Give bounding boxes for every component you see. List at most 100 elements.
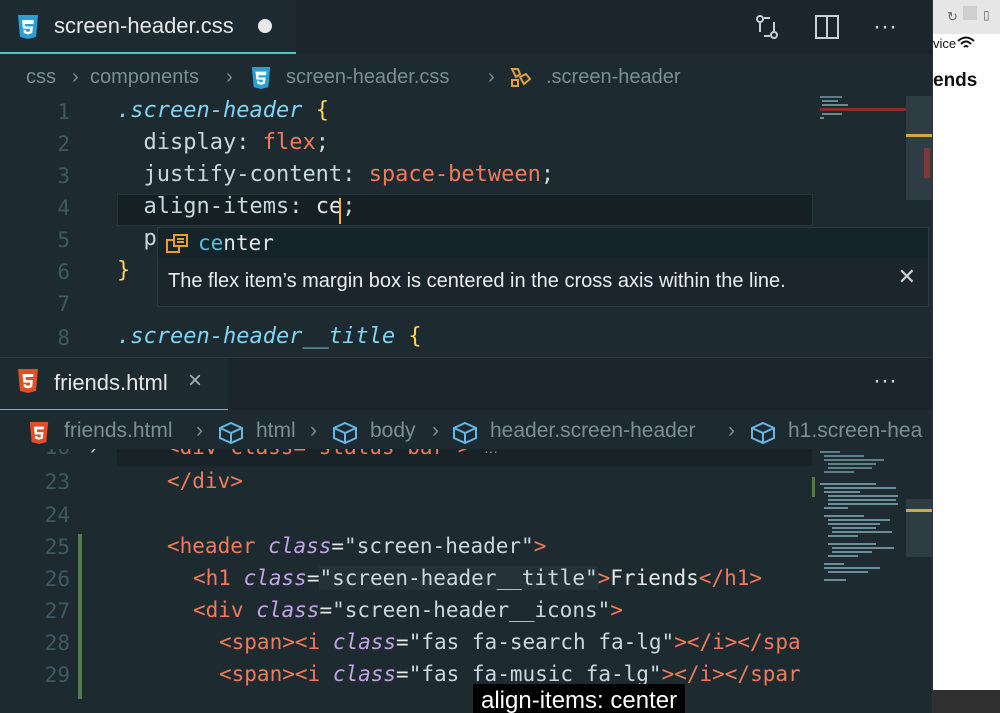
code-line[interactable]: <span><i class="fas fa-search fa-lg"></i… [219, 630, 801, 654]
attribute-value: "screen-header__title" [319, 566, 598, 590]
suggestion-rest: nter [223, 231, 274, 255]
line-number: 29 [44, 663, 70, 687]
browser-preview[interactable]: ↻ ▯ vice ends [932, 0, 1000, 713]
code-line[interactable]: <div class="screen-header__icons"> [193, 598, 623, 622]
css-editor-tabbar: screen-header.css ··· [0, 0, 932, 54]
line-number: 2 [57, 132, 70, 156]
code-line[interactable]: <div class="status-bar"> [167, 449, 470, 459]
tab-friends-html[interactable]: friends.html × [0, 358, 228, 410]
attribute-value: "fas fa-search fa-lg" [408, 630, 675, 654]
css-editor-pane[interactable]: screen-header.css ··· css › components ›… [0, 0, 932, 357]
video-caption: align-items: center [473, 684, 686, 713]
chevron-right-icon: › [488, 66, 495, 88]
html-tag: <h1 [193, 566, 231, 590]
browser-footer [933, 690, 1000, 713]
css-selector: .screen-header__title [117, 324, 396, 349]
breadcrumb-item[interactable]: html [256, 419, 296, 443]
chevron-right-icon: › [432, 419, 439, 442]
line-number: 3 [57, 164, 70, 188]
unsaved-indicator[interactable] [258, 19, 272, 33]
autocomplete-suggestion[interactable]: center The flex item’s margin box is cen… [157, 227, 929, 307]
line-number: 5 [57, 228, 70, 252]
css-value: flex [262, 130, 316, 155]
breadcrumb-item[interactable]: components [90, 66, 199, 89]
breadcrumb-item[interactable]: header.screen-header [490, 419, 695, 443]
chevron-right-icon: › [310, 419, 317, 442]
css-selector: .screen-header [117, 98, 303, 123]
browser-toolbar: ↻ ▯ [933, 0, 1000, 34]
line-number: 7 [57, 292, 70, 316]
close-icon[interactable]: ✕ [898, 264, 916, 290]
breadcrumb-item[interactable]: h1.screen-hea [788, 419, 922, 443]
html-attribute: class [256, 598, 320, 622]
css-value: space-between [368, 162, 541, 187]
brace: } [117, 258, 131, 283]
minimap[interactable] [812, 449, 932, 713]
line-number: 24 [44, 503, 70, 527]
html-tag: > [610, 598, 623, 622]
html-editor-pane[interactable]: friends.html × ··· friends.html › html ›… [0, 357, 932, 713]
code-line[interactable]: display: flex; [117, 130, 329, 155]
fold-chevron-icon[interactable]: › [90, 449, 97, 460]
html-attribute: class [268, 534, 332, 558]
breadcrumb-item[interactable]: screen-header.css [286, 66, 449, 89]
fold-ellipsis-icon[interactable]: ··· [484, 449, 498, 459]
code-line[interactable]: } [117, 258, 130, 283]
line-number: 16 [0, 449, 70, 459]
css-property: p [143, 226, 157, 251]
line-number: 26 [44, 567, 70, 591]
css-file-icon [18, 15, 38, 39]
tab-icon[interactable] [963, 6, 977, 20]
html-editor-tabbar: friends.html × ··· [0, 357, 932, 410]
css-file-icon [251, 67, 271, 89]
close-tab-icon[interactable]: × [188, 367, 202, 395]
code-line[interactable]: justify-content: space-between; [117, 162, 555, 187]
more-actions-icon[interactable]: ··· [870, 366, 900, 396]
html-tag: ></i></spa [674, 630, 801, 654]
code-line[interactable]: <span><i class="fas fa-music fa-lg"></i>… [219, 662, 801, 686]
line-number: 25 [44, 535, 70, 559]
breadcrumb-item[interactable]: body [370, 419, 416, 443]
element-text: Friends [610, 566, 699, 590]
reload-icon[interactable]: ↻ [947, 9, 958, 25]
code-line[interactable]: .screen-header__title { [117, 324, 422, 349]
breadcrumb-item[interactable]: .screen-header [546, 66, 681, 89]
minimap-area[interactable] [812, 449, 932, 713]
line-number: 6 [57, 260, 70, 284]
text-cursor [339, 198, 341, 224]
line-number: 8 [57, 326, 70, 350]
bookmark-icon[interactable]: ▯ [983, 8, 990, 22]
chevron-right-icon: › [728, 419, 735, 442]
breadcrumb-item[interactable]: css [26, 66, 56, 89]
attribute-value: "fas fa-music fa-lg" [408, 662, 662, 686]
html-tag: </h1> [698, 566, 763, 590]
split-editor-icon[interactable] [812, 12, 842, 42]
code-line[interactable]: <h1 class="screen-header__title">Friends… [193, 566, 762, 590]
code-line[interactable]: <header class="screen-header"> [167, 534, 546, 558]
element-cube-icon [751, 421, 775, 445]
code-line[interactable]: </div> [167, 469, 243, 493]
compare-changes-icon[interactable] [752, 12, 782, 42]
code-line-current[interactable]: align-items: ce; [117, 194, 356, 219]
minimap[interactable] [816, 92, 906, 132]
attribute-value: "screen-header__icons" [332, 598, 611, 622]
html-attribute: class [243, 566, 307, 590]
vertical-scrollbar[interactable] [906, 96, 932, 200]
tab-screen-header-css[interactable]: screen-header.css [0, 0, 296, 54]
element-cube-icon [333, 421, 357, 445]
suggestion-item-center[interactable]: center [158, 228, 928, 258]
element-cube-icon [453, 421, 477, 445]
more-actions-icon[interactable]: ··· [870, 12, 900, 42]
html-tag: <div [193, 598, 244, 622]
brace: { [408, 324, 422, 349]
html-tag: ></i></spar [661, 662, 801, 686]
suggestion-label: center [198, 231, 274, 255]
wifi-icon [957, 36, 975, 48]
code-line[interactable]: p [117, 226, 157, 251]
breadcrumb-item[interactable]: friends.html [64, 419, 173, 443]
tab-label: screen-header.css [54, 13, 234, 38]
html-tag: <span><i [219, 630, 321, 654]
code-line[interactable]: .screen-header { [117, 98, 329, 123]
folded-line-strip: 16 › <div class="status-bar"> ··· [0, 449, 812, 467]
css-selector-icon [510, 68, 532, 87]
